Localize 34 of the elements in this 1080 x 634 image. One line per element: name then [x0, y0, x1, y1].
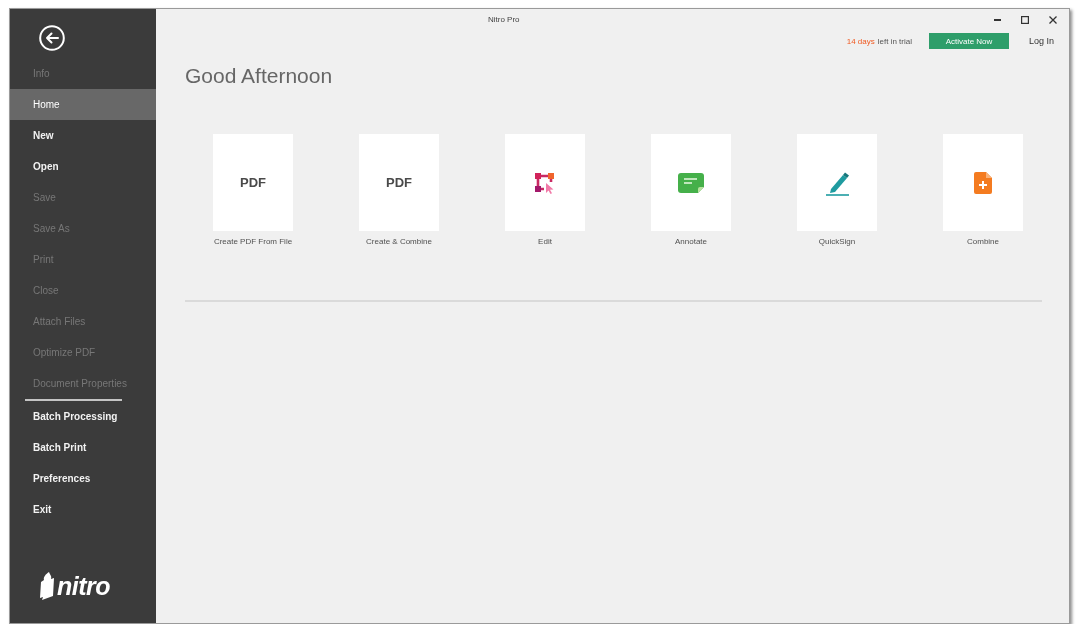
maximize-icon[interactable] [1021, 16, 1029, 24]
greeting-heading: Good Afternoon [185, 63, 334, 89]
tile-label: Combine [967, 237, 999, 247]
menu-item[interactable]: Batch Print [10, 432, 156, 463]
tile-label: QuickSign [818, 237, 856, 247]
trial-days: 14 days [846, 36, 875, 46]
menu-item[interactable]: Open [10, 151, 156, 182]
action-tile[interactable]: PDF [213, 134, 293, 231]
logo-icon [40, 572, 55, 600]
tile-label: Edit [538, 237, 552, 247]
action-tile[interactable] [651, 134, 731, 231]
menu-item[interactable]: Home [10, 89, 156, 120]
close-icon[interactable] [1049, 16, 1057, 24]
menu-item[interactable]: Preferences [10, 463, 156, 494]
note-icon [678, 172, 704, 193]
action-tile[interactable] [943, 134, 1023, 231]
tile-label: Create & Combine [366, 237, 432, 247]
menu-item[interactable]: Batch Processing [10, 401, 156, 432]
tile-label: Create PDF From File [213, 237, 293, 247]
edit-icon [534, 171, 556, 194]
back-icon[interactable] [39, 25, 65, 51]
tile-label: Annotate [675, 237, 707, 247]
activate-button[interactable]: Activate Now [928, 33, 1009, 49]
action-tile[interactable]: PDF [359, 134, 439, 231]
minimize-icon[interactable] [993, 19, 1001, 21]
document-plus-icon [974, 171, 992, 194]
menu-item[interactable]: New [10, 120, 156, 151]
logo-text: nitro [57, 571, 111, 601]
action-tile[interactable] [797, 134, 877, 231]
action-tile[interactable] [505, 134, 585, 231]
menu-item[interactable]: Exit [10, 494, 156, 525]
window-title: Nitro Pro [488, 15, 520, 25]
trial-text: left in trial [877, 36, 912, 46]
login-link[interactable]: Log In [1028, 36, 1054, 46]
